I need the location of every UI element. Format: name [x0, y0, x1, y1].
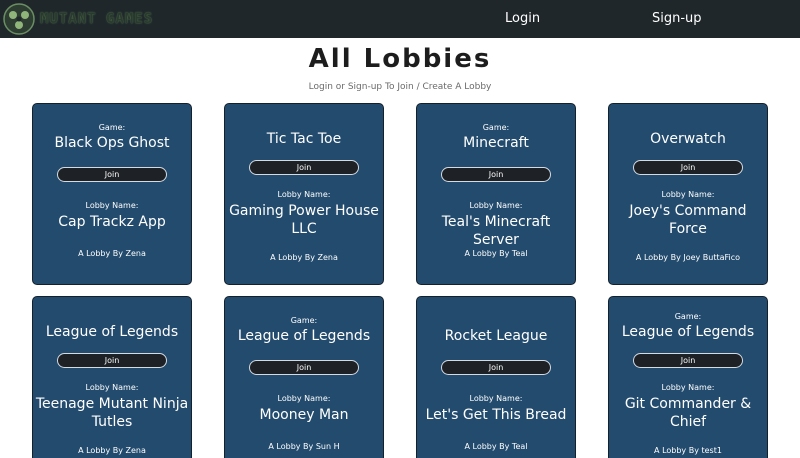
lobby-name: Git Commander & Chief: [624, 396, 752, 430]
lobby-name-label: Lobby Name:: [469, 201, 523, 210]
join-button[interactable]: Join: [249, 360, 359, 375]
lobby-byline: A Lobby By Joey ButtaFico: [635, 253, 741, 262]
join-button[interactable]: Join: [57, 167, 167, 182]
signup-link[interactable]: Sign-up: [652, 0, 702, 38]
lobby-name: Let's Get This Bread: [425, 407, 567, 423]
game-name: Minecraft: [463, 135, 529, 151]
lobby-card: Game: Minecraft Join Lobby Name: Teal's …: [416, 103, 576, 285]
lobby-name-label: Lobby Name:: [85, 201, 139, 210]
lobby-card: Tic Tac Toe Join Lobby Name: Gaming Powe…: [224, 103, 384, 285]
lobby-name: Teal's Minecraft Server: [441, 214, 551, 248]
game-name: Tic Tac Toe: [266, 131, 342, 147]
page-subtitle: Login or Sign-up To Join / Create A Lobb…: [308, 82, 492, 92]
lobby-byline: A Lobby By Zena: [78, 446, 146, 455]
join-button[interactable]: Join: [57, 353, 167, 368]
game-name: Rocket League: [444, 328, 548, 344]
join-button[interactable]: Join: [633, 160, 743, 175]
lobby-byline: A Lobby By Sun H: [268, 442, 340, 451]
lobby-name: Gaming Power House LLC: [229, 203, 379, 237]
game-label: Game:: [98, 123, 126, 132]
brand-name: MUTANT GAMES: [40, 11, 154, 27]
game-name: Overwatch: [650, 131, 726, 147]
top-navbar: MUTANT GAMES Login Sign-up: [0, 0, 800, 38]
join-button[interactable]: Join: [249, 160, 359, 175]
join-button[interactable]: Join: [441, 360, 551, 375]
lobby-byline: A Lobby By Teal: [464, 442, 528, 451]
game-name: Black Ops Ghost: [54, 135, 170, 151]
lobby-byline: A Lobby By Zena: [270, 253, 338, 262]
lobby-name-label: Lobby Name:: [661, 383, 715, 392]
lobby-card: Rocket League Join Lobby Name: Let's Get…: [416, 296, 576, 458]
lobby-card: Overwatch Join Lobby Name: Joey's Comman…: [608, 103, 768, 285]
lobby-name: Teenage Mutant Ninja Tutles: [35, 396, 189, 430]
lobby-name: Joey's Command Force: [629, 203, 747, 237]
lobby-byline: A Lobby By test1: [654, 446, 722, 455]
game-name: League of Legends: [621, 324, 755, 340]
lobby-card: League of Legends Join Lobby Name: Teena…: [32, 296, 192, 458]
lobby-name-label: Lobby Name:: [277, 394, 331, 403]
lobby-byline: A Lobby By Teal: [464, 249, 528, 258]
brand-logo[interactable]: MUTANT GAMES: [2, 2, 153, 36]
login-link[interactable]: Login: [505, 0, 540, 38]
lobby-name-label: Lobby Name:: [277, 190, 331, 199]
game-label: Game:: [482, 123, 510, 132]
lobby-name: Mooney Man: [259, 407, 349, 423]
biohazard-controller-icon: [3, 3, 35, 35]
lobby-name-label: Lobby Name:: [85, 383, 139, 392]
join-button[interactable]: Join: [441, 167, 551, 182]
lobby-byline: A Lobby By Zena: [78, 249, 146, 258]
game-label: Game:: [674, 312, 702, 321]
game-label: Game:: [290, 316, 318, 325]
lobby-name: Cap Trackz App: [58, 214, 166, 230]
lobby-name-label: Lobby Name:: [469, 394, 523, 403]
join-button[interactable]: Join: [633, 353, 743, 368]
lobby-name-label: Lobby Name:: [661, 190, 715, 199]
game-name: League of Legends: [237, 328, 371, 344]
page-title: All Lobbies: [308, 44, 492, 74]
lobby-card: Game: League of Legends Join Lobby Name:…: [224, 296, 384, 458]
lobby-card: Game: League of Legends Join Lobby Name:…: [608, 296, 768, 458]
lobby-card: Game: Black Ops Ghost Join Lobby Name: C…: [32, 103, 192, 285]
game-name: League of Legends: [45, 324, 179, 340]
